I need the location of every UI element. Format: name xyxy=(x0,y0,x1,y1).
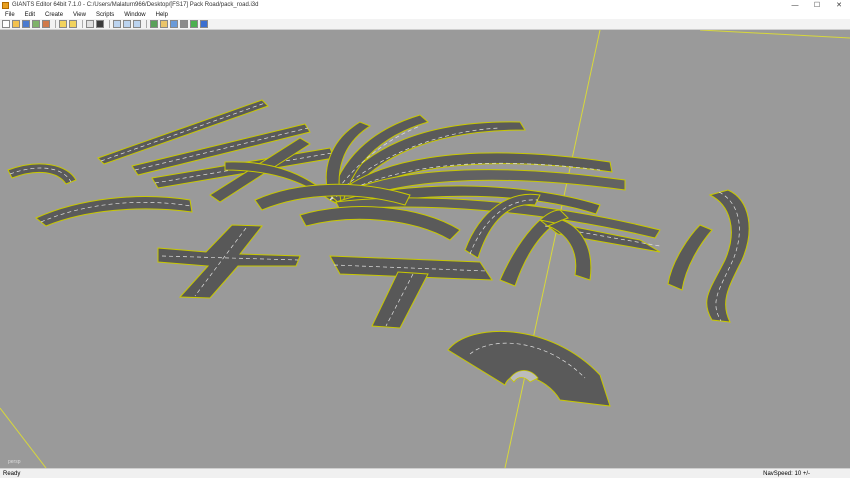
crossroad-piece xyxy=(157,224,301,299)
close-button[interactable]: ✕ xyxy=(828,0,850,10)
scale-icon[interactable] xyxy=(123,20,131,28)
title-bar: GIANTS Editor 64bit 7.1.0 - C:/Users/Mal… xyxy=(0,0,850,10)
road-piece xyxy=(35,196,193,227)
grid-icon[interactable] xyxy=(160,20,168,28)
play-icon[interactable] xyxy=(96,20,104,28)
snap-icon[interactable] xyxy=(150,20,158,28)
menu-bar: File Edit Create View Scripts Window Hel… xyxy=(0,10,850,19)
menu-view[interactable]: View xyxy=(68,12,91,18)
menu-window[interactable]: Window xyxy=(119,12,150,18)
redo-icon[interactable] xyxy=(69,20,77,28)
axis-line xyxy=(699,30,850,39)
nav-speed-indicator: NavSpeed: 10 +/- xyxy=(763,470,810,477)
camera-icon[interactable] xyxy=(180,20,188,28)
toolbar-separator xyxy=(55,20,56,28)
menu-edit[interactable]: Edit xyxy=(20,12,40,18)
axis-line xyxy=(0,407,47,468)
window-controls: — ☐ ✕ xyxy=(784,0,850,10)
scene-render xyxy=(0,30,850,468)
terrain-icon[interactable] xyxy=(190,20,198,28)
rotate-icon[interactable] xyxy=(133,20,141,28)
menu-scripts[interactable]: Scripts xyxy=(91,12,119,18)
maximize-button[interactable]: ☐ xyxy=(806,0,828,10)
open-icon[interactable] xyxy=(12,20,20,28)
undo-icon[interactable] xyxy=(59,20,67,28)
minimize-button[interactable]: — xyxy=(784,0,806,10)
toolbar-separator xyxy=(82,20,83,28)
road-piece xyxy=(706,189,750,323)
toolbar-separator xyxy=(109,20,110,28)
save-icon[interactable] xyxy=(22,20,30,28)
menu-help[interactable]: Help xyxy=(151,12,173,18)
roundabout-piece xyxy=(447,330,611,407)
move-icon[interactable] xyxy=(113,20,121,28)
3d-viewport[interactable]: persp xyxy=(0,30,850,468)
camera-label: persp xyxy=(8,459,21,465)
road-piece xyxy=(667,224,713,291)
help-icon[interactable] xyxy=(200,20,208,28)
road-piece xyxy=(299,206,461,241)
road-piece xyxy=(7,163,77,185)
status-text: Ready xyxy=(3,470,21,477)
toolbar xyxy=(0,19,850,30)
giants-editor-logo-icon xyxy=(2,1,9,9)
status-bar: Ready NavSpeed: 10 +/- xyxy=(0,468,850,478)
menu-file[interactable]: File xyxy=(0,12,20,18)
light-icon[interactable] xyxy=(170,20,178,28)
toolbar-separator xyxy=(146,20,147,28)
window-title: GIANTS Editor 64bit 7.1.0 - C:/Users/Mal… xyxy=(12,2,259,8)
new-icon[interactable] xyxy=(2,20,10,28)
select-icon[interactable] xyxy=(86,20,94,28)
menu-create[interactable]: Create xyxy=(40,12,68,18)
export-icon[interactable] xyxy=(42,20,50,28)
t-junction-piece xyxy=(329,255,493,329)
import-icon[interactable] xyxy=(32,20,40,28)
